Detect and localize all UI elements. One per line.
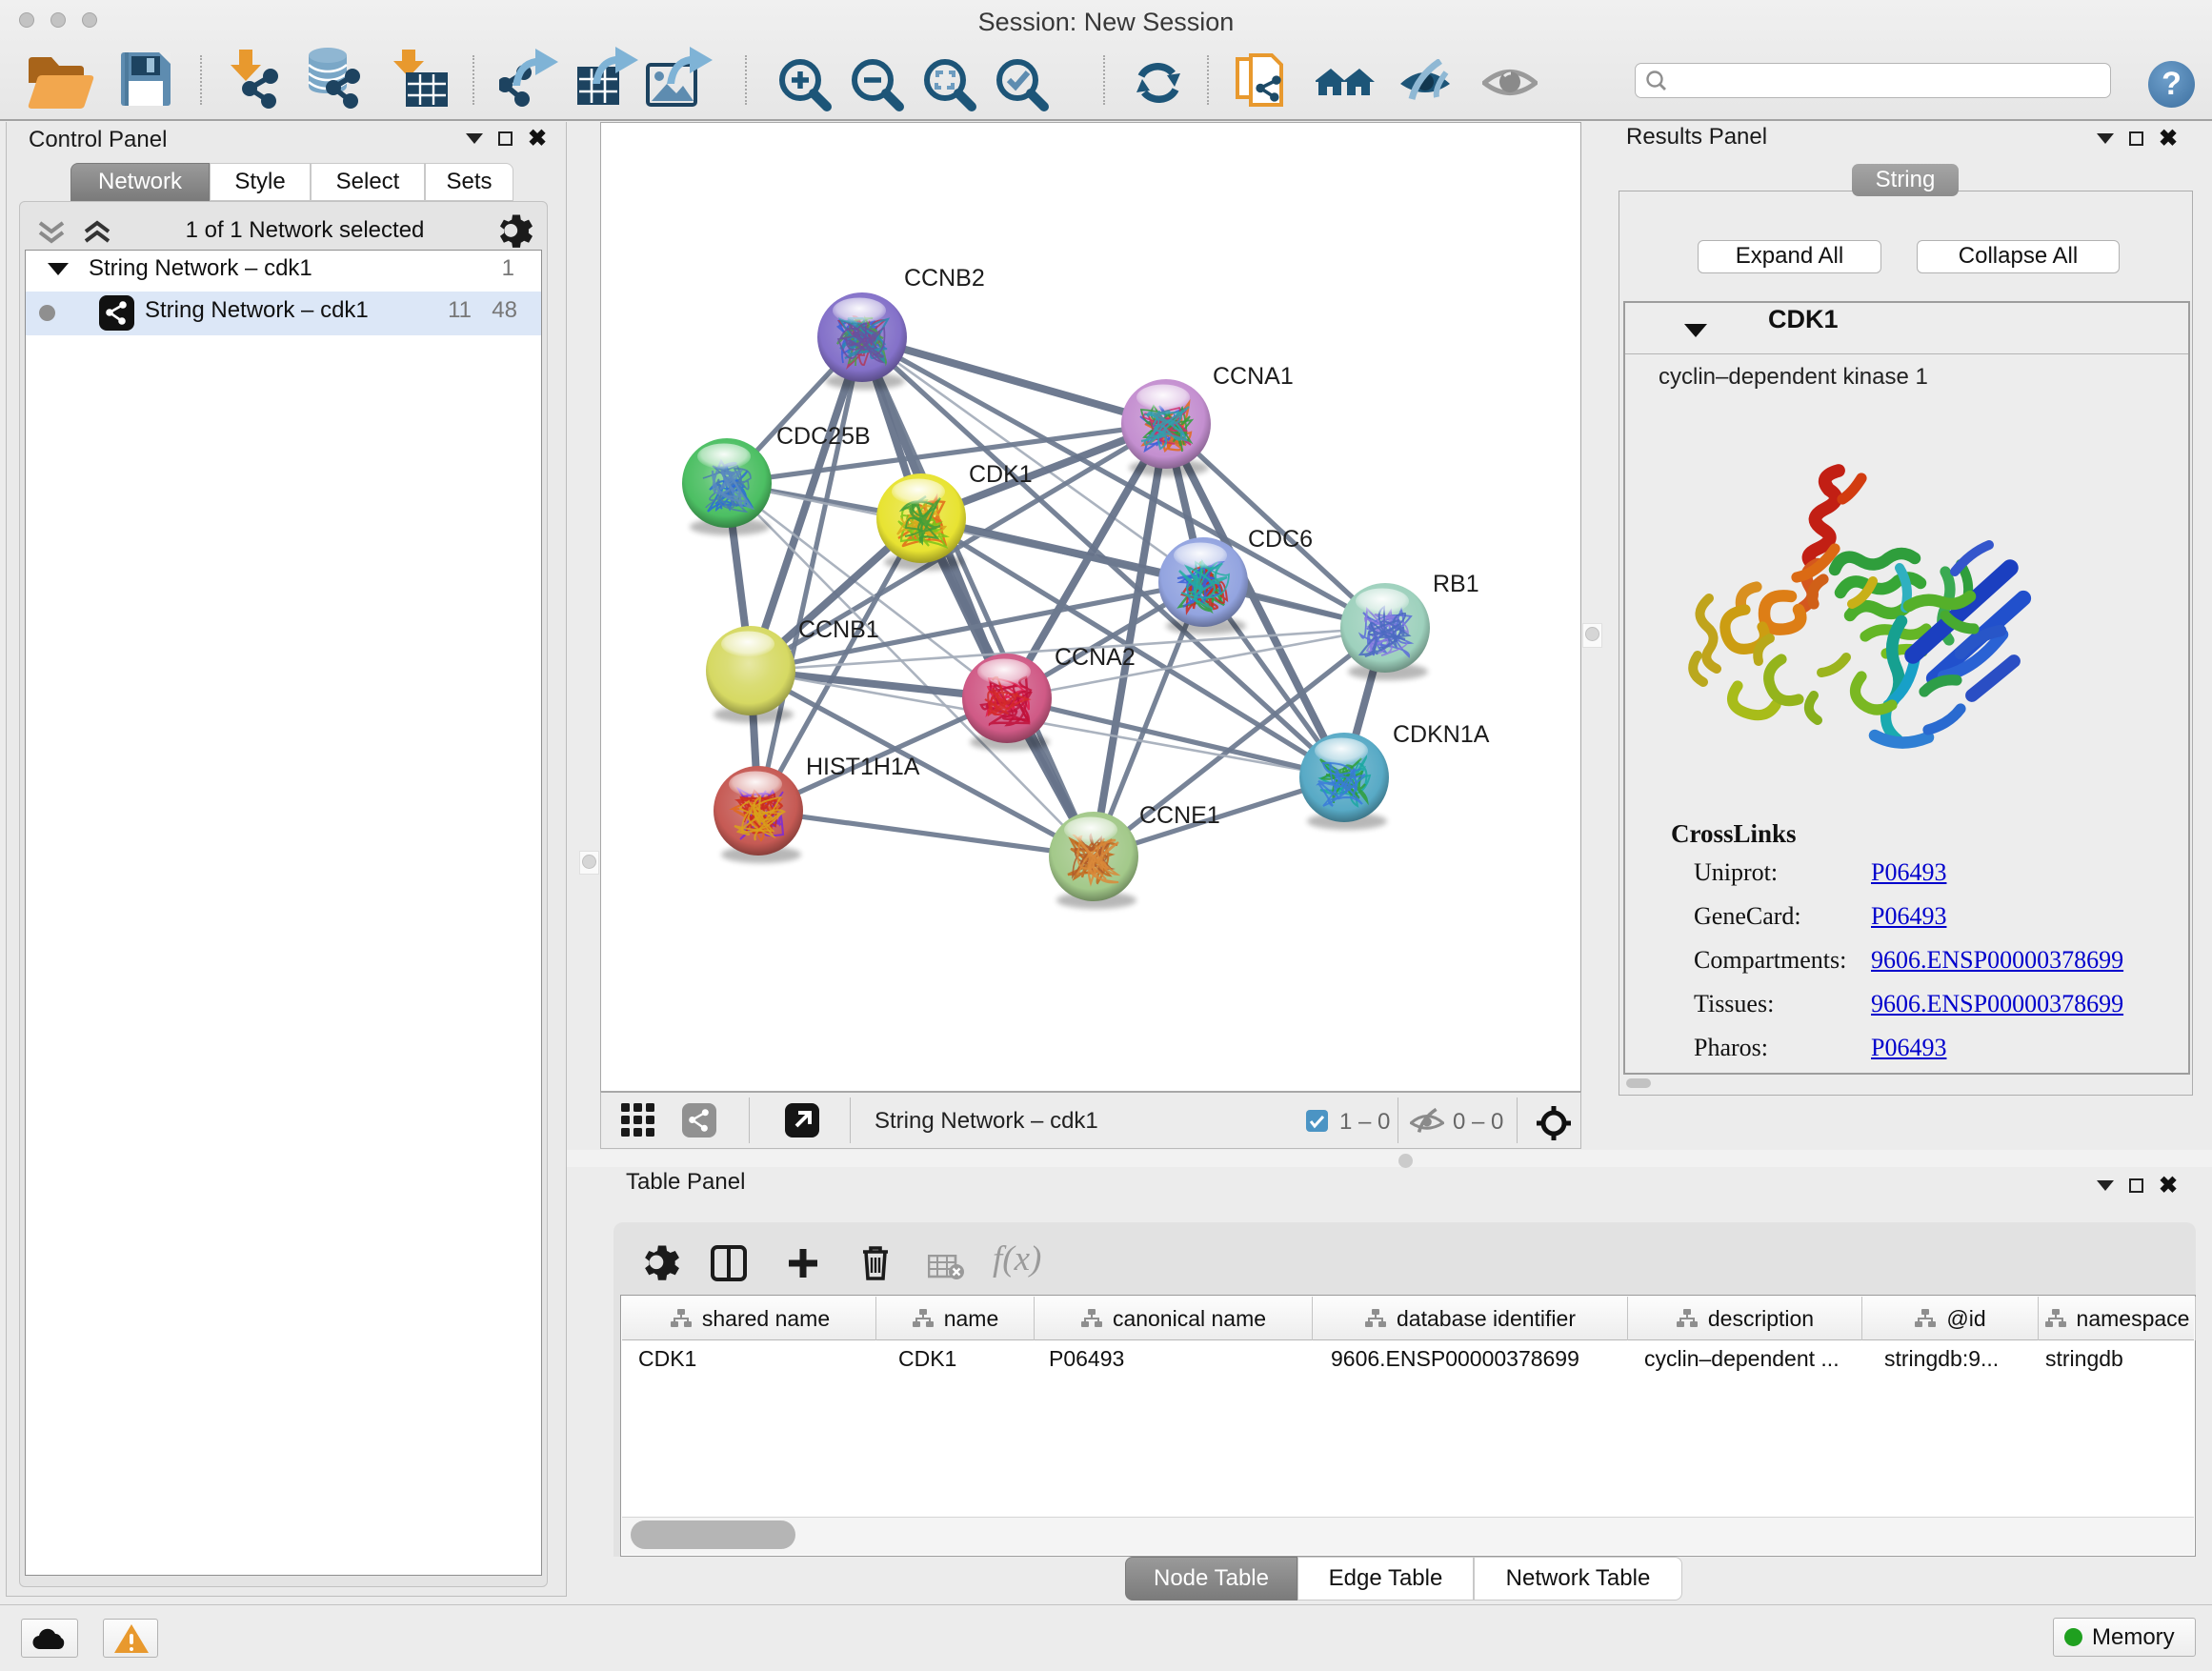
- svg-text:CDK1: CDK1: [969, 461, 1033, 488]
- svg-text:CCNA2: CCNA2: [1055, 644, 1136, 671]
- svg-text:CCNE1: CCNE1: [1139, 802, 1220, 829]
- svg-text:CDC6: CDC6: [1248, 526, 1313, 553]
- svg-text:CCNB2: CCNB2: [904, 265, 985, 292]
- svg-text:RB1: RB1: [1433, 571, 1479, 597]
- svg-text:CCNA1: CCNA1: [1213, 363, 1294, 390]
- svg-text:CCNB1: CCNB1: [798, 616, 879, 643]
- svg-text:HIST1H1A: HIST1H1A: [806, 754, 920, 780]
- svg-text:CDKN1A: CDKN1A: [1393, 721, 1490, 748]
- svg-text:CDC25B: CDC25B: [776, 423, 871, 450]
